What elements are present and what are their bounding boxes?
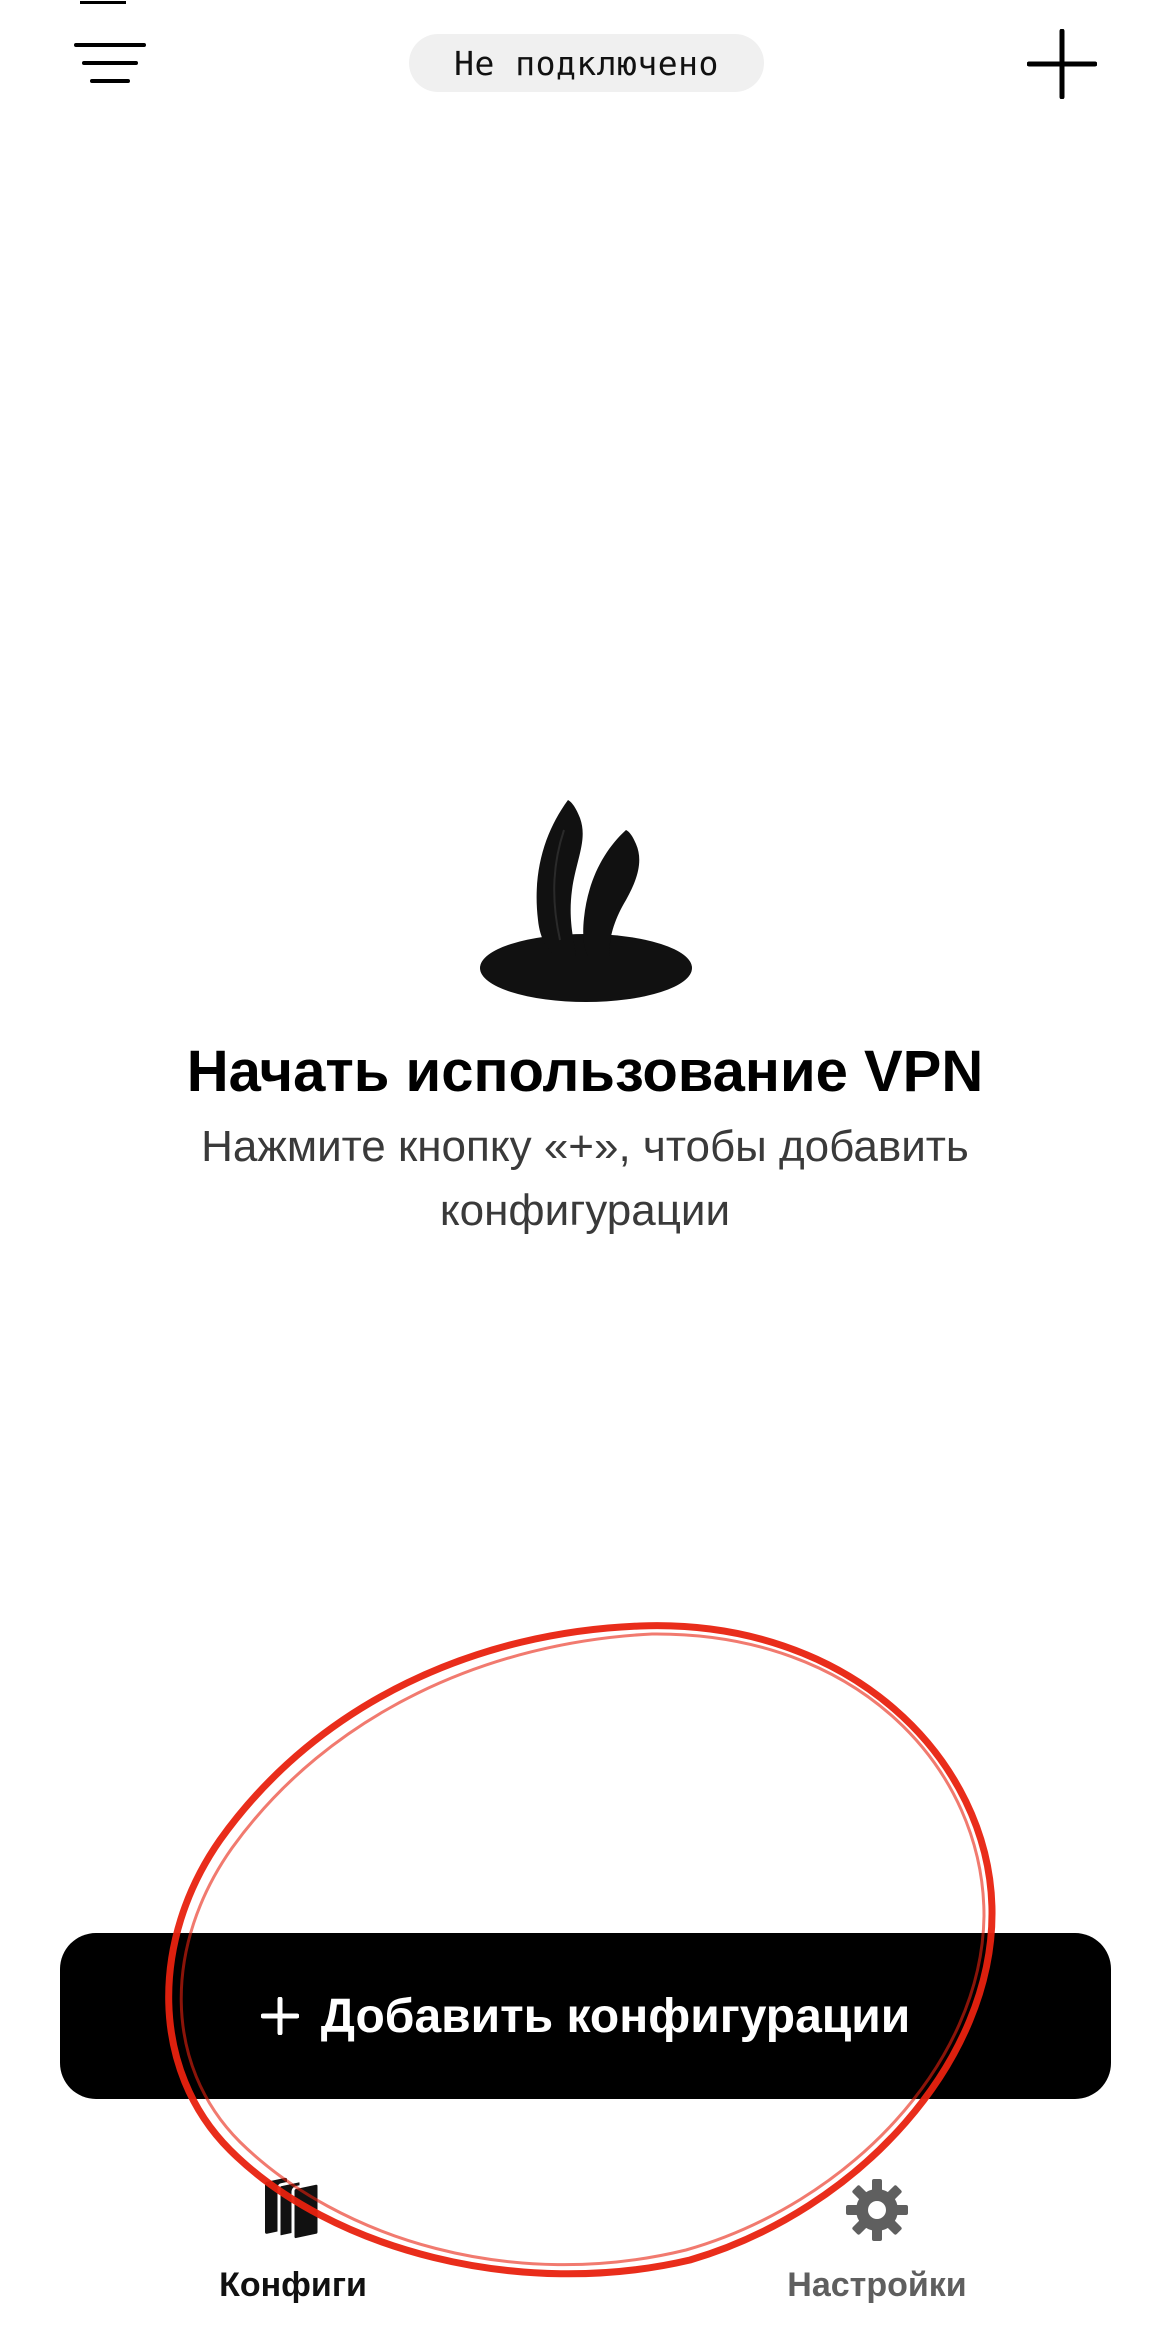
rabbit-hole-logo-icon bbox=[480, 800, 692, 1002]
add-configuration-label: Добавить конфигурации bbox=[320, 1989, 911, 2043]
menu-lines-icon bbox=[74, 43, 146, 83]
plus-icon bbox=[260, 1997, 299, 2035]
add-configuration-button[interactable]: Добавить конфигурации bbox=[60, 1933, 1111, 2099]
connection-status-text: Не подключено bbox=[454, 43, 719, 83]
tab-configs-label: Конфиги bbox=[219, 2266, 367, 2304]
empty-state-title: Начать использование VPN bbox=[186, 1039, 984, 1104]
add-config-top-button[interactable] bbox=[1024, 26, 1100, 102]
tab-configs[interactable]: Конфиги bbox=[133, 2170, 453, 2320]
plus-icon bbox=[1027, 29, 1097, 99]
configs-stack-icon bbox=[258, 2170, 328, 2250]
empty-state-subtitle: Нажмите кнопку «+», чтобы добавить конфи… bbox=[201, 1122, 969, 1235]
tab-settings[interactable]: Настройки bbox=[717, 2170, 1037, 2320]
tab-settings-label: Настройки bbox=[787, 2266, 967, 2304]
connection-status-badge: Не подключено bbox=[409, 34, 764, 92]
filter-menu-button[interactable] bbox=[68, 32, 152, 96]
status-bar-remnant bbox=[0, 0, 1170, 8]
gear-icon bbox=[842, 2170, 912, 2250]
vpn-home-screen: Не подключено Начать использование VPN Н… bbox=[0, 0, 1170, 2347]
